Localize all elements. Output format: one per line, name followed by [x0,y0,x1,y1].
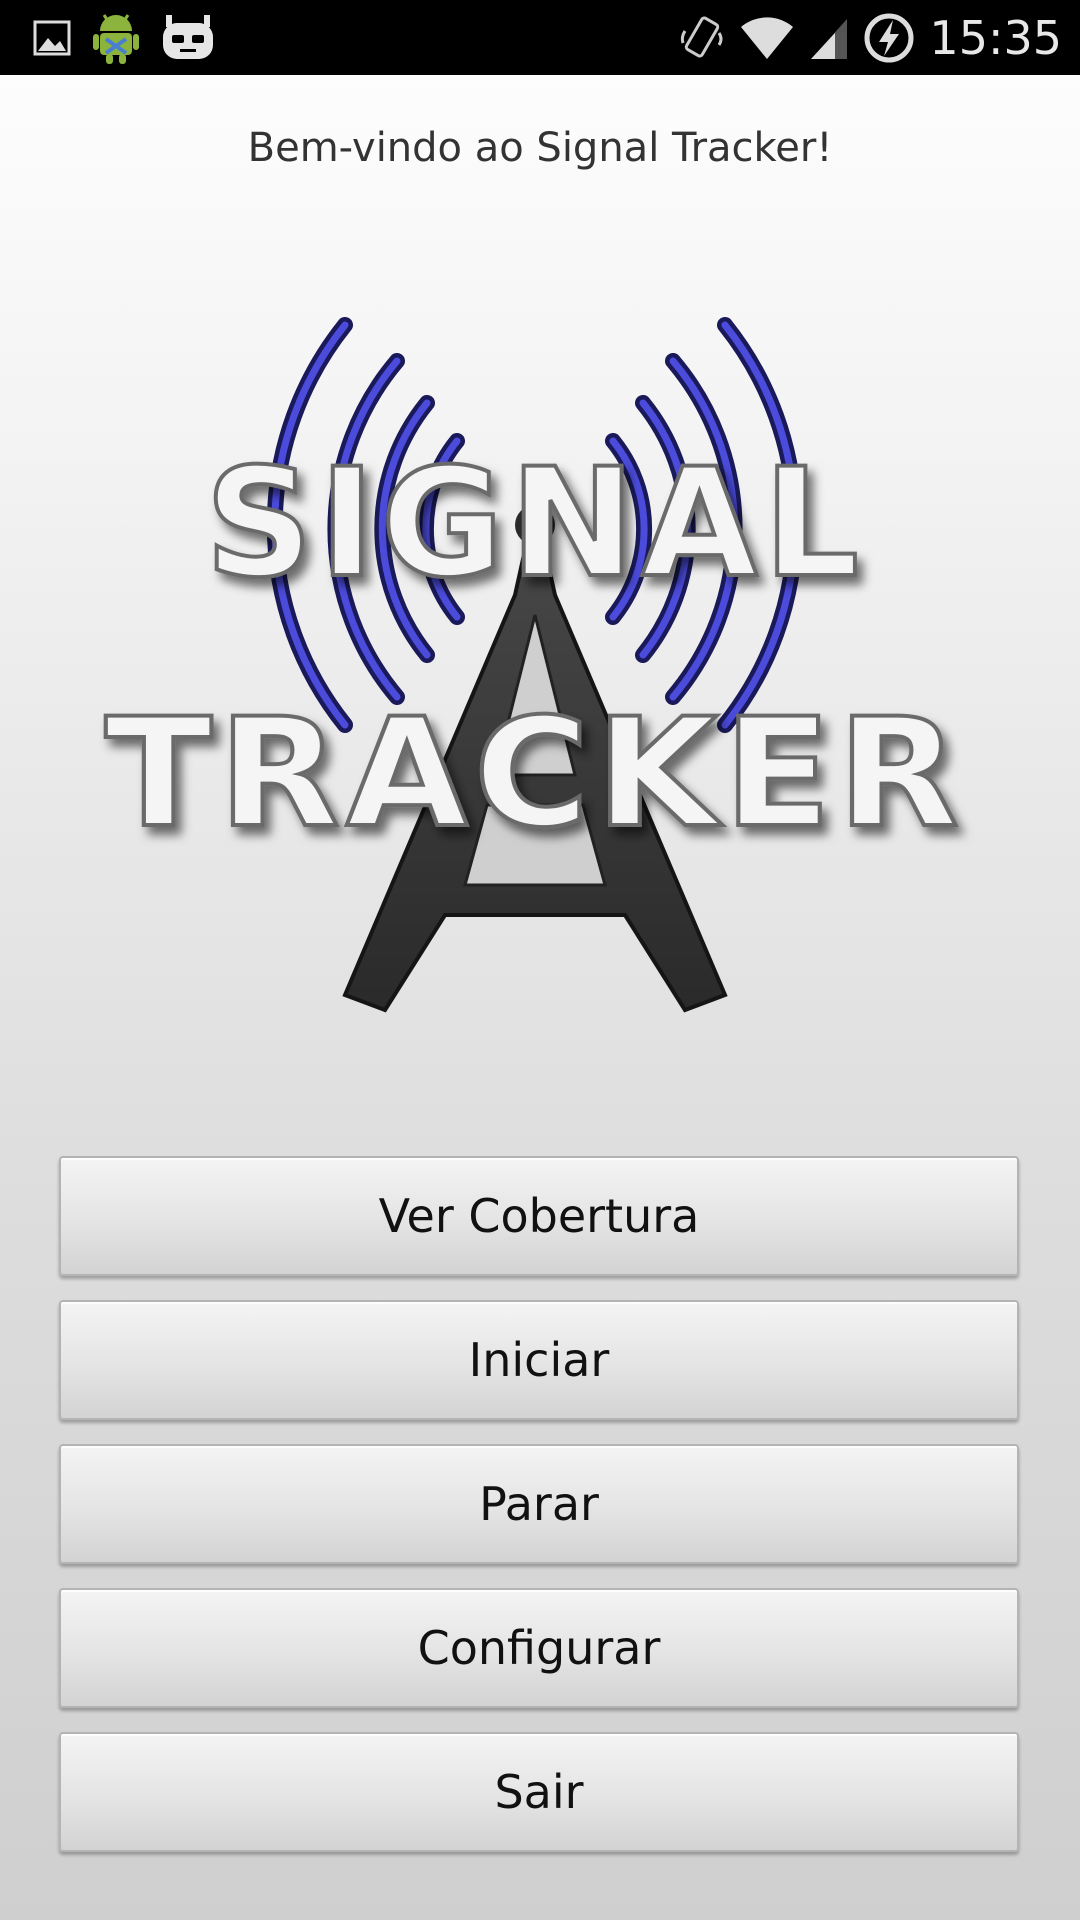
configure-button[interactable]: Configurar [59,1588,1019,1708]
notification-icons [32,8,216,68]
image-notification-icon [33,20,71,56]
status-bar: 15:35 [0,0,1080,75]
logo-line-tracker: TRACKER [105,687,965,861]
view-coverage-button[interactable]: Ver Cobertura [59,1156,1019,1276]
vibrate-icon [681,16,723,57]
stop-button[interactable]: Parar [59,1444,1019,1564]
start-button[interactable]: Iniciar [59,1300,1019,1420]
clock: 15:35 [929,10,1062,65]
signal-tracker-logo: SIGNAL TRACKER [103,317,965,1013]
system-icons: 15:35 [679,0,1062,75]
cell-signal-icon [811,18,848,59]
cyanogenmod-icon [163,15,213,59]
battery-charging-icon [864,13,914,62]
welcome-text: Bem-vindo ao Signal Tracker! [247,125,833,171]
wifi-icon [741,16,794,59]
logo-line-signal: SIGNAL [205,437,865,611]
exit-button[interactable]: Sair [59,1732,1019,1852]
android-debug-icon [93,14,139,64]
